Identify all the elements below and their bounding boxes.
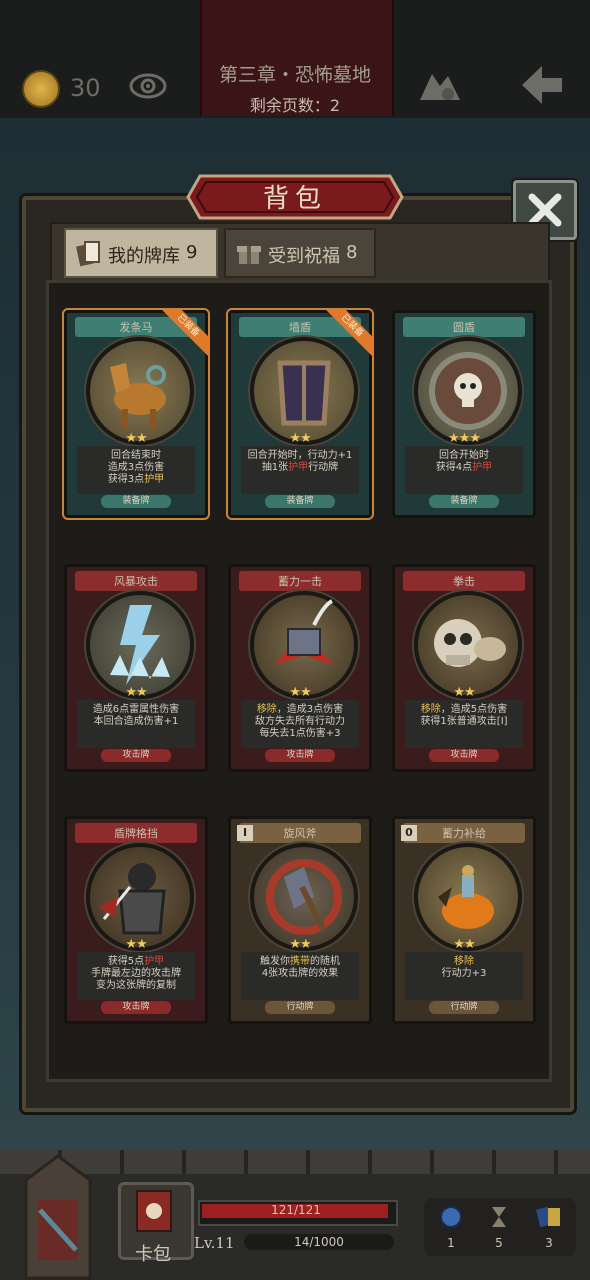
card-description: 回合开始时 获得4点护甲 [405,446,523,494]
card-deck-icon [76,241,100,267]
card-round-shield[interactable]: 圆盾 ★★★ 回合开始时 获得4点护甲 装备牌 [392,310,536,518]
cards-count: 3 [545,1236,553,1250]
character-portrait[interactable] [6,1150,110,1280]
cost-badge: I [237,825,253,841]
card-stars: ★★ [289,431,311,446]
card-stars: ★★ [289,937,311,952]
resources-panel: 1 5 3 [424,1198,576,1256]
lightning-icon [110,605,170,685]
card-name: 蓄力补给 [442,827,486,840]
card-type: 行动牌 [429,1001,499,1014]
back-arrow-icon[interactable] [518,64,566,106]
chapter-title: 第三章・恐怖墓地 [218,64,371,86]
card-storm-attack[interactable]: 风暴攻击 ★★ 造成6点雷属性伤害 本回合造成伤害+1 攻击牌 [64,564,208,772]
knight-icon [98,863,166,935]
tab-my-deck-label: 我的牌库 [108,246,180,267]
card-name: 风暴攻击 [114,575,158,588]
card-type: 攻击牌 [101,1001,171,1014]
hp-text: 121/121 [271,1203,321,1217]
hammer-icon [274,599,334,665]
card-type: 攻击牌 [101,749,171,762]
potion-icon [438,865,494,929]
card-type: 攻击牌 [265,749,335,762]
coin-icon [22,70,60,108]
card-stars: ★★ [453,937,475,952]
orb-count: 1 [447,1236,455,1250]
panel-title: 背包 [262,184,327,214]
card-description: 移除，造成5点伤害 获得1张普通攻击[I] [405,700,523,748]
card-charged-strike[interactable]: 蓄力一击 ★★ 移除，造成3点伤害 敌方失去所有行动力 每失去1点伤害+3 攻击牌 [228,564,372,772]
card-description: 回合结束时 造成3点伤害 获得3点护甲 [77,446,195,494]
card-description: 移除 行动力+3 [405,952,523,1000]
equipped-ribbon: 已装备 [325,309,373,357]
tab-my-deck-count: 9 [186,242,198,263]
card-description: 回合开始时，行动力+1 抽1张护甲行动牌 [241,446,359,494]
card-shield-block[interactable]: 盾牌格挡 ★★ 获得5点护甲 手牌最左边的攻击牌 变为这张牌的复制 攻击牌 [64,816,208,1024]
card-type: 装备牌 [429,495,499,508]
card-description: 移除，造成3点伤害 敌方失去所有行动力 每失去1点伤害+3 [241,700,359,748]
card-whirlwind-axe[interactable]: 旋风斧 I ★★ 触发你携带的随机 4张攻击牌的效果 行动牌 [228,816,372,1024]
card-type: 行动牌 [265,1001,335,1014]
gift-icon [237,246,261,264]
pages-remaining: 剩余页数：2 [249,96,341,115]
tab-blessings-label: 受到祝福 [268,246,340,267]
card-name: 拳击 [453,575,475,588]
level-label: Lv.11 [194,1234,235,1252]
card-bag-label: 卡包 [135,1244,171,1265]
card-punch[interactable]: 拳击 ★★ 移除，造成5点伤害 获得1张普通攻击[I] 攻击牌 [392,564,536,772]
card-name: 旋风斧 [283,827,317,840]
coin-count: 30 [70,74,101,102]
card-description: 触发你携带的随机 4张攻击牌的效果 [241,952,359,1000]
axe-icon [266,859,342,935]
card-wall-shield[interactable]: 墙盾 ★★ 回合开始时，行动力+1 抽1张护甲行动牌 装备牌 已装备 [226,308,374,520]
card-art [86,591,194,699]
hourglass-count: 5 [495,1236,503,1250]
card-charge-supply[interactable]: 蓄力补给 0 ★★ 移除 行动力+3 行动牌 [392,816,536,1024]
card-art [250,591,358,699]
card-description: 造成6点雷属性伤害 本回合造成伤害+1 [77,700,195,748]
map-icon[interactable] [418,66,462,102]
card-stars: ★★ [125,685,147,700]
cards-icon[interactable] [534,1204,564,1230]
eye-icon[interactable] [128,66,168,106]
equipped-ribbon: 已装备 [161,309,209,357]
xp-text: 14/1000 [294,1235,344,1249]
card-clockwork-horse[interactable]: 发条马 ★★ 回合结束时 造成3点伤害 获得3点护甲 装备牌 已装备 [62,308,210,520]
card-art [250,843,358,951]
card-art [414,337,522,445]
card-type: 装备牌 [265,495,335,508]
card-stars: ★★ [453,685,475,700]
card-art [414,591,522,699]
hourglass-icon[interactable] [486,1204,512,1230]
card-type: 攻击牌 [429,749,499,762]
skull-icon [434,619,506,667]
skull-shield-icon [429,352,507,430]
tab-blessings[interactable]: 受到祝福 8 [224,228,376,278]
card-description: 获得5点护甲 手牌最左边的攻击牌 变为这张牌的复制 [77,952,195,1000]
card-art [86,843,194,951]
orb-icon[interactable] [438,1204,464,1230]
card-art [414,843,522,951]
tab-blessings-count: 8 [346,242,358,263]
tab-my-deck[interactable]: 我的牌库 9 [64,228,218,278]
card-stars: ★★★ [448,431,481,446]
card-bag-icon [136,1190,172,1232]
card-type: 装备牌 [101,495,171,508]
card-name: 蓄力一击 [278,575,322,588]
card-stars: ★★ [289,685,311,700]
card-name: 盾牌格挡 [114,827,158,840]
card-stars: ★★ [125,431,147,446]
card-name: 圆盾 [453,321,475,334]
cost-badge: 0 [401,825,417,841]
card-stars: ★★ [125,937,147,952]
